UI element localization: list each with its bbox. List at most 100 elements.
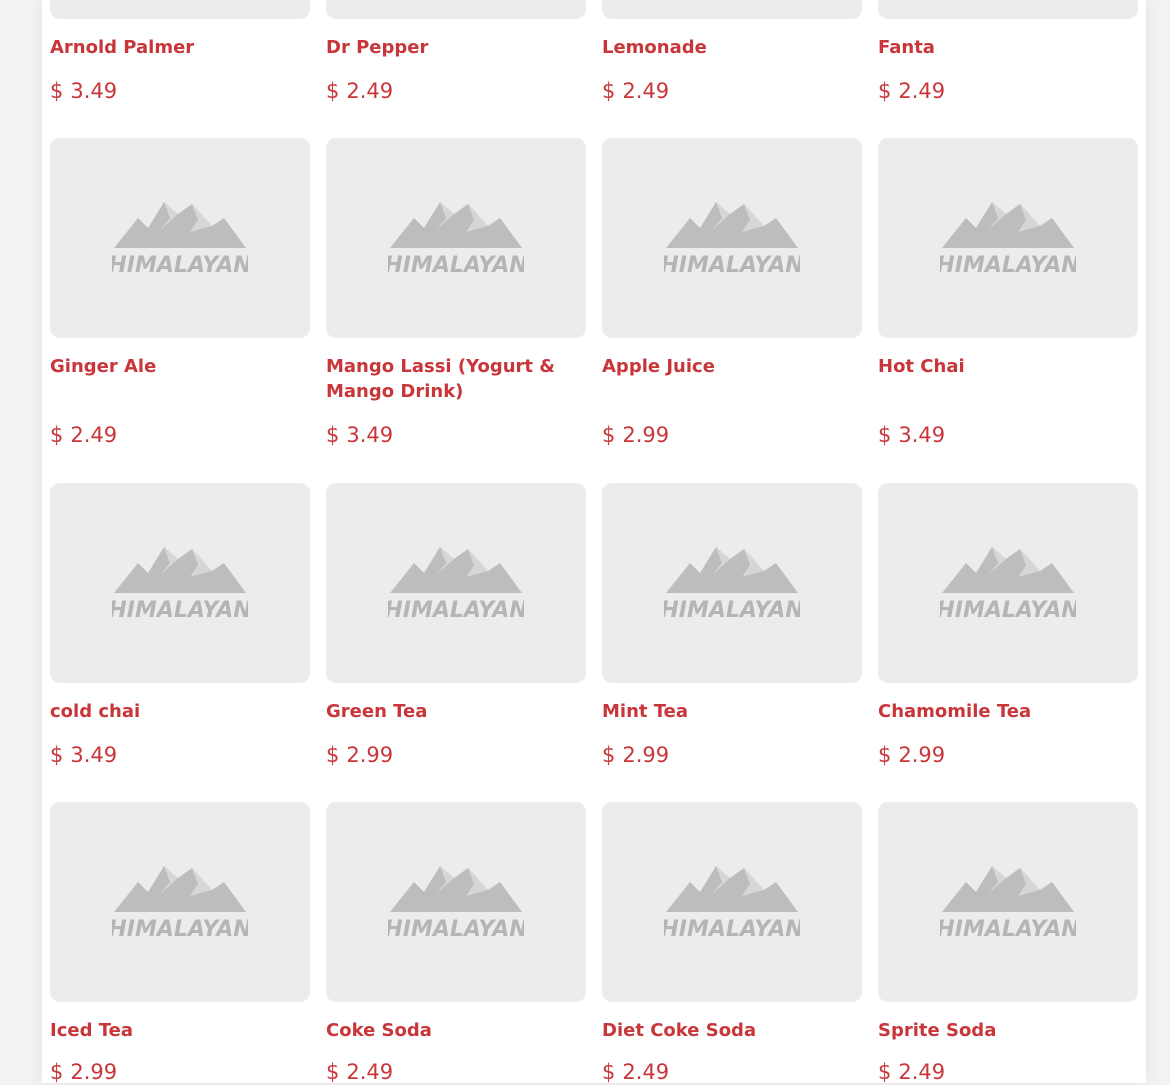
- currency-symbol: $: [50, 79, 64, 103]
- item-name[interactable]: Mint Tea: [602, 699, 852, 724]
- price-value: 2.49: [622, 1060, 670, 1084]
- item-image-placeholder[interactable]: HIMALAYAN: [50, 483, 310, 683]
- item-price: $3.49: [50, 742, 117, 768]
- currency-symbol: $: [50, 1060, 64, 1084]
- price-value: 2.99: [346, 743, 394, 767]
- currency-symbol: $: [602, 79, 616, 103]
- currency-symbol: $: [326, 1060, 340, 1084]
- currency-symbol: $: [50, 743, 64, 767]
- himalayan-logo-icon: HIMALAYAN: [664, 866, 800, 942]
- item-name[interactable]: Chamomile Tea: [878, 699, 1128, 724]
- item-image-placeholder[interactable]: HIMALAYAN: [878, 138, 1138, 338]
- himalayan-logo-icon: HIMALAYAN: [940, 866, 1076, 942]
- item-price: $2.49: [878, 1059, 945, 1085]
- himalayan-logo-icon: HIMALAYAN: [388, 202, 524, 278]
- himalayan-logo-icon: HIMALAYAN: [664, 202, 800, 278]
- item-price: $3.49: [326, 422, 393, 448]
- svg-text:HIMALAYAN: HIMALAYAN: [112, 598, 248, 623]
- price-value: 2.99: [898, 743, 946, 767]
- currency-symbol: $: [602, 743, 616, 767]
- item-price: $2.49: [50, 422, 117, 448]
- item-name[interactable]: Green Tea: [326, 699, 576, 724]
- himalayan-logo-icon: HIMALAYAN: [940, 547, 1076, 623]
- item-name[interactable]: Apple Juice: [602, 354, 852, 379]
- himalayan-logo-icon: HIMALAYAN: [112, 202, 248, 278]
- item-price: $2.49: [878, 78, 945, 104]
- item-image-placeholder[interactable]: HIMALAYAN: [602, 802, 862, 1002]
- svg-text:HIMALAYAN: HIMALAYAN: [664, 917, 800, 942]
- currency-symbol: $: [602, 423, 616, 447]
- item-name[interactable]: Hot Chai: [878, 354, 1128, 379]
- item-price: $2.49: [326, 1059, 393, 1085]
- item-price: $2.99: [602, 742, 669, 768]
- price-value: 2.99: [622, 743, 670, 767]
- price-value: 2.49: [346, 1060, 394, 1084]
- item-image-placeholder[interactable]: HIMALAYAN: [602, 483, 862, 683]
- svg-text:HIMALAYAN: HIMALAYAN: [388, 917, 524, 942]
- price-value: 3.49: [70, 79, 118, 103]
- item-image-placeholder[interactable]: HIMALAYAN: [50, 802, 310, 1002]
- item-name[interactable]: Coke Soda: [326, 1018, 576, 1043]
- item-name[interactable]: Iced Tea: [50, 1018, 300, 1043]
- item-name[interactable]: Sprite Soda: [878, 1018, 1128, 1043]
- currency-symbol: $: [878, 743, 892, 767]
- item-price: $2.99: [878, 742, 945, 768]
- item-name[interactable]: Diet Coke Soda: [602, 1018, 852, 1043]
- item-name[interactable]: Arnold Palmer: [50, 35, 300, 60]
- currency-symbol: $: [602, 1060, 616, 1084]
- price-value: 2.49: [622, 79, 670, 103]
- himalayan-logo-icon: HIMALAYAN: [112, 866, 248, 942]
- item-name[interactable]: cold chai: [50, 699, 300, 724]
- himalayan-logo-icon: HIMALAYAN: [940, 202, 1076, 278]
- currency-symbol: $: [878, 1060, 892, 1084]
- item-image-placeholder[interactable]: HIMALAYAN: [602, 138, 862, 338]
- item-name[interactable]: Lemonade: [602, 35, 852, 60]
- himalayan-logo-icon: HIMALAYAN: [664, 547, 800, 623]
- svg-text:HIMALAYAN: HIMALAYAN: [664, 253, 800, 278]
- currency-symbol: $: [326, 743, 340, 767]
- item-price: $2.99: [50, 1059, 117, 1085]
- svg-text:HIMALAYAN: HIMALAYAN: [388, 598, 524, 623]
- item-name[interactable]: Fanta: [878, 35, 1128, 60]
- item-price: $2.49: [326, 78, 393, 104]
- item-image-placeholder[interactable]: HIMALAYAN: [878, 0, 1138, 19]
- item-image-placeholder[interactable]: HIMALAYAN: [50, 138, 310, 338]
- himalayan-logo-icon: HIMALAYAN: [112, 547, 248, 623]
- price-value: 2.99: [70, 1060, 118, 1084]
- svg-text:HIMALAYAN: HIMALAYAN: [940, 253, 1076, 278]
- item-image-placeholder[interactable]: HIMALAYAN: [878, 483, 1138, 683]
- price-value: 2.99: [622, 423, 670, 447]
- himalayan-logo-icon: HIMALAYAN: [388, 866, 524, 942]
- item-image-placeholder[interactable]: HIMALAYAN: [50, 0, 310, 19]
- svg-text:HIMALAYAN: HIMALAYAN: [940, 598, 1076, 623]
- item-image-placeholder[interactable]: HIMALAYAN: [326, 138, 586, 338]
- svg-text:HIMALAYAN: HIMALAYAN: [112, 253, 248, 278]
- item-price: $2.49: [602, 1059, 669, 1085]
- svg-text:HIMALAYAN: HIMALAYAN: [664, 598, 800, 623]
- price-value: 2.49: [346, 79, 394, 103]
- currency-symbol: $: [326, 79, 340, 103]
- item-price: $3.49: [50, 78, 117, 104]
- price-value: 2.49: [70, 423, 118, 447]
- item-name[interactable]: Mango Lassi (Yogurt & Mango Drink): [326, 354, 576, 404]
- price-value: 2.49: [898, 79, 946, 103]
- currency-symbol: $: [878, 79, 892, 103]
- price-value: 3.49: [898, 423, 946, 447]
- item-name[interactable]: Ginger Ale: [50, 354, 300, 379]
- item-image-placeholder[interactable]: HIMALAYAN: [326, 802, 586, 1002]
- currency-symbol: $: [50, 423, 64, 447]
- item-price: $2.99: [602, 422, 669, 448]
- item-image-placeholder[interactable]: HIMALAYAN: [326, 483, 586, 683]
- himalayan-logo-icon: HIMALAYAN: [388, 547, 524, 623]
- item-image-placeholder[interactable]: HIMALAYAN: [326, 0, 586, 19]
- price-value: 2.49: [898, 1060, 946, 1084]
- item-image-placeholder[interactable]: HIMALAYAN: [602, 0, 862, 19]
- currency-symbol: $: [878, 423, 892, 447]
- currency-symbol: $: [326, 423, 340, 447]
- price-value: 3.49: [70, 743, 118, 767]
- price-value: 3.49: [346, 423, 394, 447]
- item-image-placeholder[interactable]: HIMALAYAN: [878, 802, 1138, 1002]
- svg-text:HIMALAYAN: HIMALAYAN: [388, 253, 524, 278]
- svg-text:HIMALAYAN: HIMALAYAN: [112, 917, 248, 942]
- item-name[interactable]: Dr Pepper: [326, 35, 576, 60]
